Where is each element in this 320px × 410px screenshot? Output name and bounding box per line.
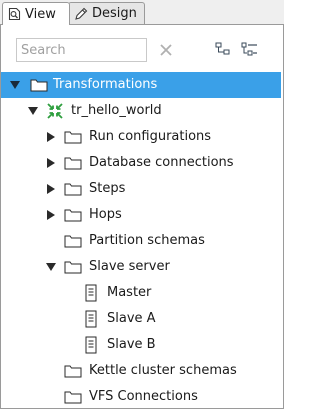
tree-item-label: Transformations <box>53 77 158 92</box>
view-icon <box>8 7 21 21</box>
collapsed-triangle-icon[interactable] <box>46 184 56 194</box>
expanded-triangle-icon[interactable] <box>10 80 20 90</box>
tree-item-partition-schemas[interactable]: Partition schemas <box>1 228 281 254</box>
folder-icon <box>64 209 82 222</box>
folder-icon <box>64 365 82 378</box>
tree-item-label: Database connections <box>89 155 234 170</box>
tree-item-run-configurations[interactable]: Run configurations <box>1 124 281 150</box>
collapsed-triangle-icon[interactable] <box>46 132 56 142</box>
tree-item-label: Slave server <box>89 259 170 274</box>
tree-item-slave-server[interactable]: Slave server <box>1 254 281 280</box>
tree-item-label: VFS Connections <box>89 389 198 404</box>
folder-icon <box>64 131 82 144</box>
folder-icon <box>30 79 48 92</box>
tree-item-vfs-connections[interactable]: VFS Connections <box>1 384 281 410</box>
collapsed-triangle-icon[interactable] <box>46 210 56 220</box>
tab-view[interactable]: View <box>2 2 70 25</box>
tree-item-hops[interactable]: Hops <box>1 202 281 228</box>
transformation-icon <box>47 103 63 119</box>
expanded-triangle-icon[interactable] <box>28 106 38 116</box>
folder-icon <box>64 183 82 196</box>
tab-design[interactable]: Design <box>68 2 145 24</box>
tree-item-label: Run configurations <box>89 129 212 144</box>
search-input[interactable] <box>16 38 147 62</box>
tree-item-label: Slave B <box>107 337 156 352</box>
tree-item-label: Kettle cluster schemas <box>89 363 237 378</box>
expanded-triangle-icon[interactable] <box>46 262 56 272</box>
tree-item-kettle-cluster-schemas[interactable]: Kettle cluster schemas <box>1 358 281 384</box>
tab-strip: View Design <box>0 0 284 25</box>
tree-item-slave-master[interactable]: Master <box>1 280 281 306</box>
tree-item-tr-hello-world[interactable]: tr_hello_world <box>1 98 281 124</box>
close-icon[interactable] <box>157 41 175 59</box>
tree-item-label: Steps <box>89 181 126 196</box>
server-icon <box>85 310 97 328</box>
folder-icon <box>64 391 82 404</box>
tree-item-label: tr_hello_world <box>71 103 162 118</box>
tree-item-slave-b[interactable]: Slave B <box>1 332 281 358</box>
folder-icon <box>64 261 82 274</box>
collapsed-triangle-icon[interactable] <box>46 158 56 168</box>
tree-item-slave-a[interactable]: Slave A <box>1 306 281 332</box>
folder-icon <box>64 235 82 248</box>
server-icon <box>85 336 97 354</box>
tree-item-label: Master <box>107 285 152 300</box>
tree-item-label: Hops <box>89 207 122 222</box>
tree-expand-icon[interactable] <box>240 40 260 58</box>
tree-item-transformations[interactable]: Transformations <box>1 72 281 98</box>
server-icon <box>85 284 97 302</box>
folder-icon <box>64 157 82 170</box>
tree-item-database-connections[interactable]: Database connections <box>1 150 281 176</box>
tree-item-label: Slave A <box>107 311 156 326</box>
tab-view-label: View <box>25 6 56 22</box>
pencil-icon <box>74 7 88 21</box>
tab-design-label: Design <box>92 6 137 21</box>
tree-item-label: Partition schemas <box>89 233 205 248</box>
tree-item-steps[interactable]: Steps <box>1 176 281 202</box>
tree-collapse-icon[interactable] <box>213 40 233 58</box>
